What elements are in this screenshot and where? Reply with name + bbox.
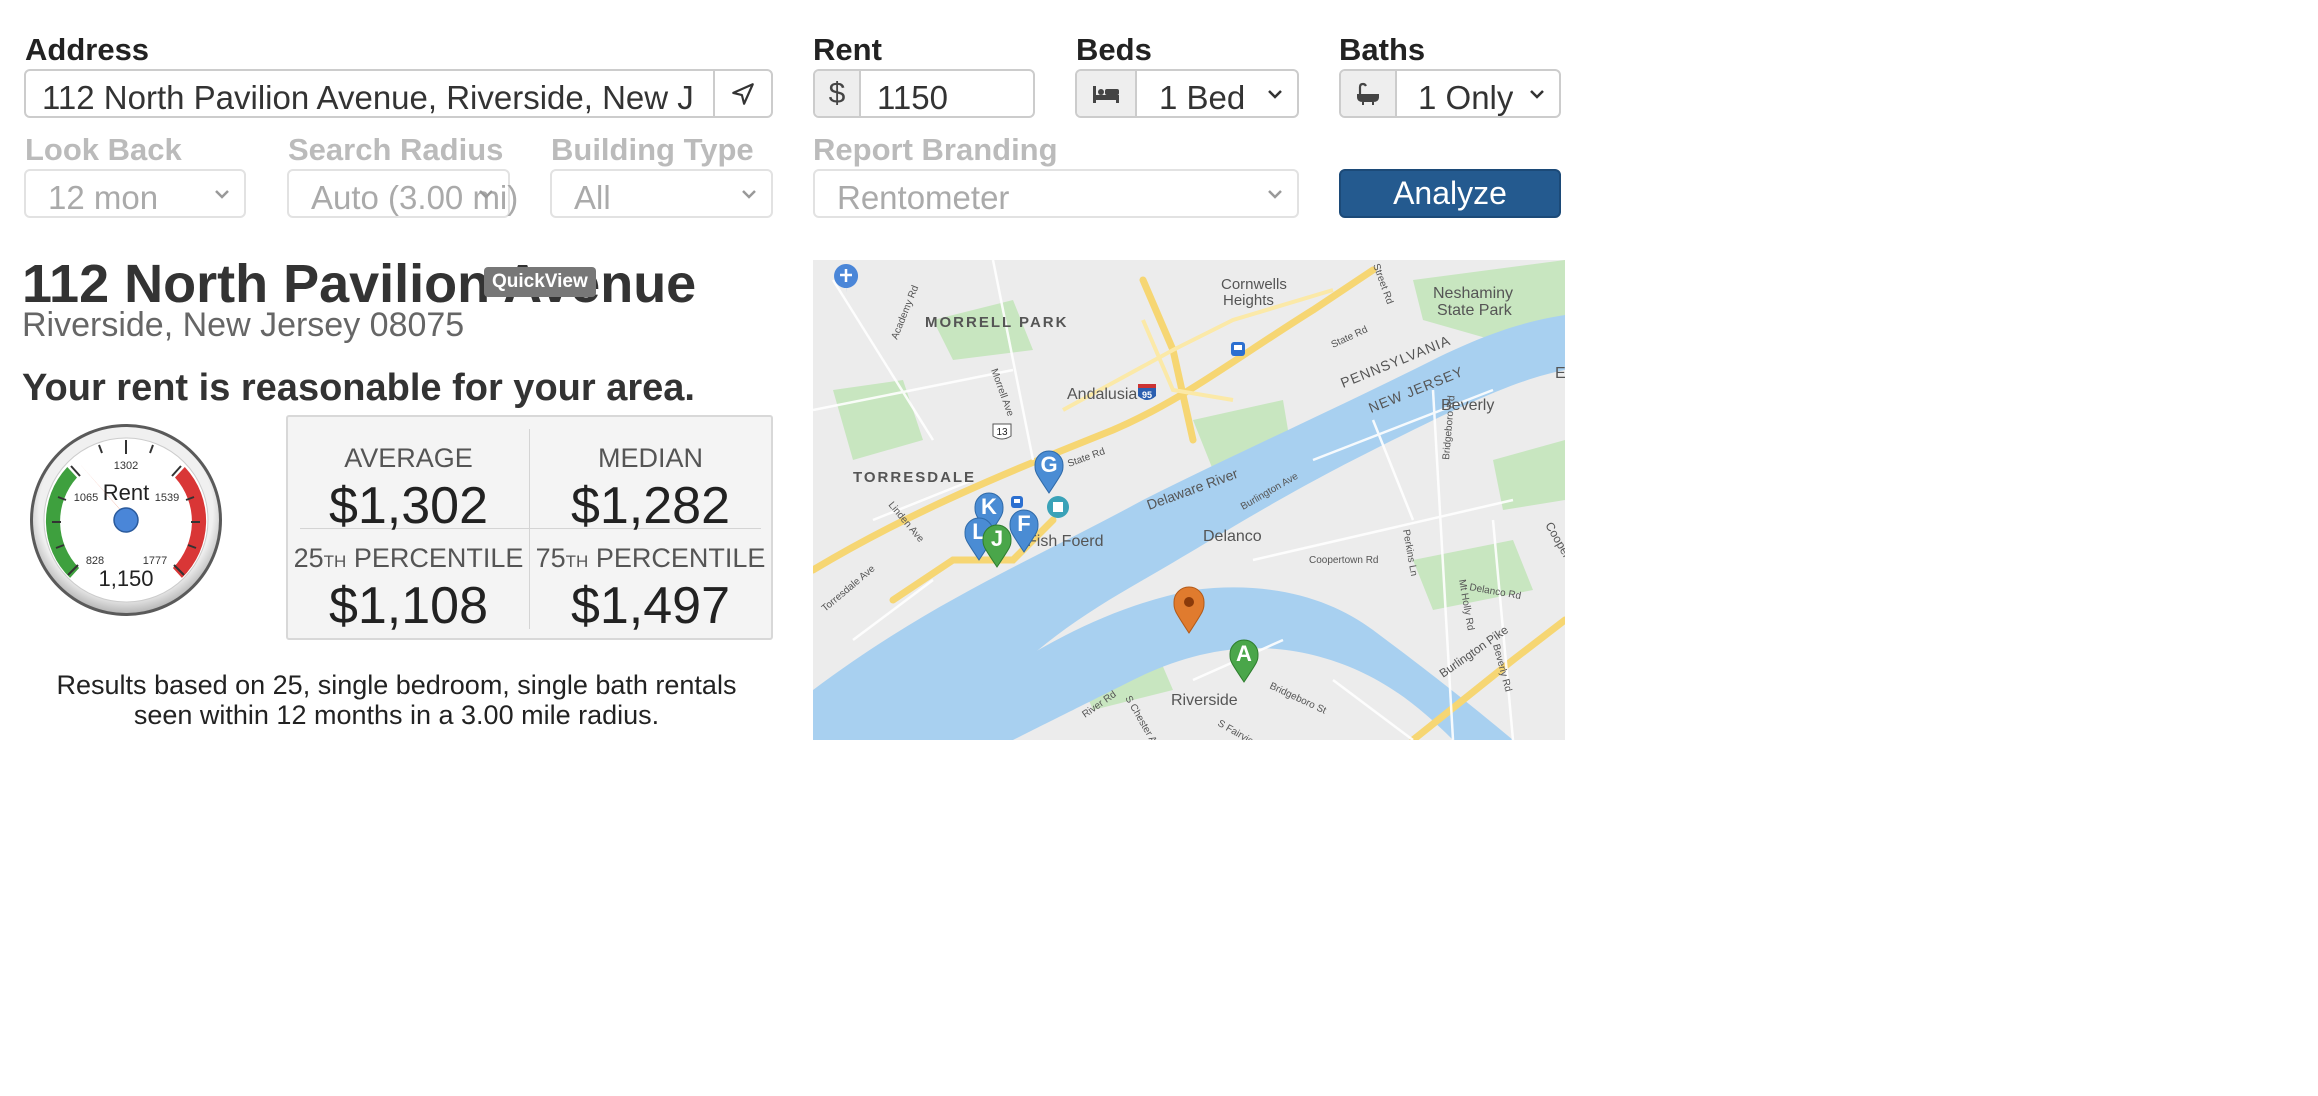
average-stat: AVERAGE $1,302 — [288, 443, 529, 536]
svg-text:Coopertown Rd: Coopertown Rd — [1309, 555, 1378, 566]
map-view[interactable]: MORRELL PARK Cornwells Heights Neshaminy… — [813, 260, 1565, 740]
train-icon — [1231, 342, 1245, 356]
stats-panel: AVERAGE $1,302 MEDIAN $1,282 25TH PERCEN… — [286, 415, 773, 640]
map-label-fish-foerd: Fish Foerd — [1027, 533, 1103, 550]
results-footnote: Results based on 25, single bedroom, sin… — [56, 670, 737, 730]
building-type-select[interactable]: All — [550, 169, 773, 218]
rent-input[interactable]: 1150 — [877, 79, 948, 116]
map-label-heights: Heights — [1223, 292, 1274, 309]
svg-text:G: G — [1040, 452, 1057, 477]
address-field[interactable]: 112 North Pavilion Avenue, Riverside, Ne… — [24, 69, 773, 118]
p75-stat: 75TH PERCENTILE $1,497 — [530, 543, 771, 636]
chevron-down-icon — [742, 189, 756, 199]
look-back-label: Look Back — [25, 132, 182, 167]
p25-value: $1,108 — [328, 577, 489, 635]
svg-text:95: 95 — [1142, 390, 1152, 400]
look-back-value: 12 mon — [48, 179, 159, 216]
location-arrow-icon[interactable] — [713, 71, 771, 116]
map-label-delanco: Delanco — [1203, 528, 1262, 545]
svg-text:A: A — [1236, 641, 1252, 666]
p75-label: 75TH PERCENTILE — [535, 543, 766, 573]
median-value: $1,282 — [570, 477, 731, 535]
baths-label: Baths — [1339, 32, 1426, 67]
building-type-value: All — [574, 179, 611, 216]
address-input[interactable]: 112 North Pavilion Avenue, Riverside, Ne… — [42, 79, 694, 117]
beds-value: 1 Bed — [1159, 79, 1246, 116]
p25-stat: 25TH PERCENTILE $1,108 — [288, 543, 529, 636]
analyze-button[interactable]: Analyze — [1339, 169, 1561, 218]
look-back-select[interactable]: 12 mon — [24, 169, 246, 218]
svg-text:13: 13 — [996, 427, 1008, 438]
chevron-down-icon — [1268, 189, 1282, 199]
gauge-value: 1,150 — [98, 566, 153, 591]
map-label-e: E — [1555, 365, 1565, 382]
median-stat: MEDIAN $1,282 — [530, 443, 771, 536]
baths-value: 1 Only — [1418, 79, 1514, 116]
building-type-label: Building Type — [551, 132, 754, 167]
average-label: AVERAGE — [344, 443, 473, 473]
bed-icon — [1077, 71, 1137, 116]
p25-label: 25TH PERCENTILE — [293, 543, 524, 573]
beds-label: Beds — [1076, 32, 1152, 67]
castle-icon — [1047, 496, 1069, 518]
gauge-tick-top: 1302 — [114, 460, 138, 472]
map-label-torresdale: TORRESDALE — [853, 469, 976, 486]
report-branding-select[interactable]: Rentometer — [813, 169, 1299, 218]
rent-label: Rent — [813, 32, 882, 67]
map-label-riverside: Riverside — [1171, 692, 1238, 709]
page-subtitle: Riverside, New Jersey 08075 — [22, 306, 465, 344]
report-branding-value: Rentometer — [837, 179, 1010, 216]
svg-text:F: F — [1017, 511, 1030, 536]
rent-field[interactable]: $ 1150 — [813, 69, 1035, 118]
average-value: $1,302 — [328, 477, 489, 535]
gauge-tick-right: 1539 — [155, 492, 179, 504]
rent-gauge: 1302 1065 1539 828 1777 Rent 1,150 — [28, 422, 224, 618]
us13-shield-icon: 13 — [992, 423, 1012, 440]
svg-text:K: K — [981, 494, 997, 519]
map-label-neshaminy: Neshaminy — [1433, 285, 1513, 302]
map-label-state-park: State Park — [1437, 302, 1513, 319]
map-label-morrell-park: MORRELL PARK — [925, 314, 1068, 331]
chevron-down-icon — [1268, 89, 1282, 99]
p75-value: $1,497 — [570, 577, 731, 635]
train-icon — [1011, 496, 1023, 508]
baths-select[interactable]: 1 Only — [1339, 69, 1561, 118]
map-label-cornwells: Cornwells — [1221, 276, 1287, 293]
median-label: MEDIAN — [597, 443, 703, 473]
beds-select[interactable]: 1 Bed — [1075, 69, 1299, 118]
chevron-down-icon — [1530, 89, 1544, 99]
gauge-label: Rent — [103, 480, 149, 505]
svg-text:J: J — [991, 526, 1003, 551]
verdict-heading: Your rent is reasonable for your area. — [22, 367, 695, 409]
i95-shield-icon: 95 — [1138, 384, 1156, 400]
gauge-tick-left: 1065 — [74, 492, 98, 504]
search-radius-select[interactable]: Auto (3.00 mi) — [287, 169, 518, 218]
quickview-badge: QuickView — [484, 267, 596, 297]
dollar-prefix: $ — [815, 71, 861, 116]
address-label: Address — [25, 32, 150, 67]
search-radius-label: Search Radius — [288, 132, 504, 167]
bathtub-icon — [1341, 71, 1397, 116]
chevron-down-icon — [479, 189, 493, 199]
report-branding-label: Report Branding — [813, 132, 1058, 167]
map-label-andalusia: Andalusia — [1067, 386, 1137, 403]
chevron-down-icon — [215, 189, 229, 199]
